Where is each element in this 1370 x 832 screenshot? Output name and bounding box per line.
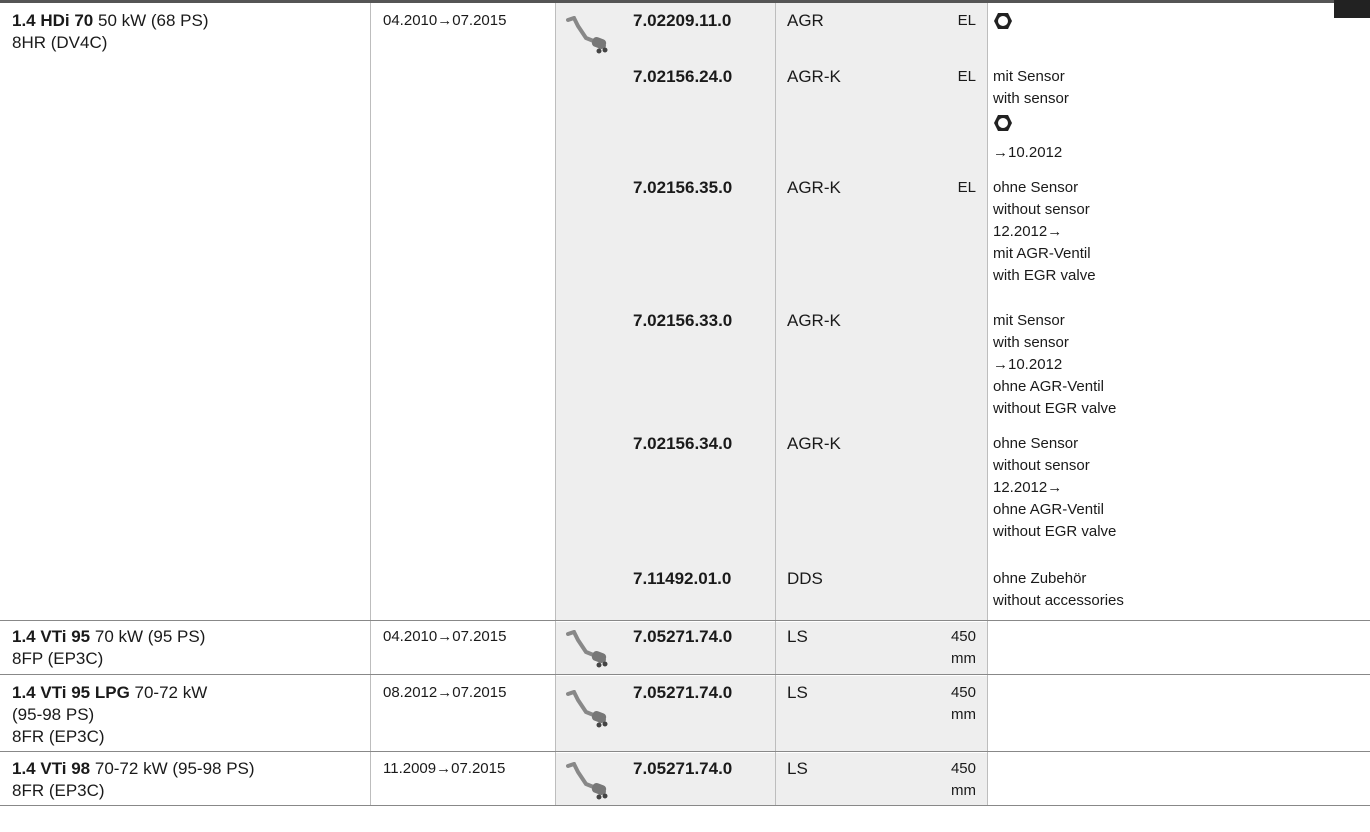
remark-line: ohne AGR-Ventil <box>993 501 1104 518</box>
period-cell: 04.2010→07.2015 <box>383 628 507 645</box>
part-remarks: ohne Sensor without sensor 12.2012→ mit … <box>993 177 1096 287</box>
part-type: LS <box>787 759 808 778</box>
exhaust-pipe-icon <box>566 630 608 668</box>
part-remarks: mit Sensor with sensor →10.2012 ohne AGR… <box>993 310 1116 420</box>
part-number: 7.02209.11.0 <box>633 11 732 30</box>
engine-code: 8FR (EP3C) <box>12 781 105 800</box>
remark-line: ohne Zubehör <box>993 570 1087 587</box>
engine-cell: 1.4 VTi 95 LPG 70-72 kW (95-98 PS) 8FR (… <box>12 682 207 748</box>
part-remarks: ohne Sensor without sensor 12.2012→ ohne… <box>993 433 1116 543</box>
part-type: AGR-K <box>787 434 841 453</box>
part-number: 7.02156.33.0 <box>633 311 733 330</box>
remark-line: ohne AGR-Ventil <box>993 378 1104 395</box>
length-unit: mm <box>951 706 976 723</box>
part-number: 7.02156.34.0 <box>633 434 733 453</box>
remark-line: →10.2012 <box>993 144 1063 161</box>
remark-line: 12.2012→ <box>993 479 1063 496</box>
engine-power: 70-72 kW <box>129 683 208 702</box>
remark-line: ohne Sensor <box>993 435 1079 452</box>
part-number: 7.11492.01.0 <box>633 569 732 588</box>
part-type: LS <box>787 683 808 702</box>
length-value: 450 <box>950 760 976 777</box>
part-note: EL <box>957 12 976 29</box>
length-value: 450 <box>950 628 976 645</box>
part-remarks: ohne Zubehör without accessories <box>993 568 1124 612</box>
part-type: AGR <box>787 11 824 30</box>
seal-ring-icon <box>994 13 1012 29</box>
remark-line: with EGR valve <box>993 267 1096 284</box>
row-divider <box>0 620 1370 621</box>
engine-code: 8HR (DV4C) <box>12 33 108 52</box>
exhaust-pipe-icon <box>566 762 608 800</box>
part-length: 450 mm <box>920 682 976 726</box>
part-number: 7.02156.35.0 <box>633 178 733 197</box>
remark-line: without EGR valve <box>993 400 1117 417</box>
col-divider <box>987 3 988 805</box>
page-tab-marker <box>1334 0 1370 18</box>
part-number: 7.05271.74.0 <box>633 627 733 646</box>
part-note: EL <box>957 68 976 85</box>
remark-line: mit Sensor <box>993 312 1065 329</box>
remark-line: mit AGR-Ventil <box>993 245 1091 262</box>
remark-line: mit Sensor <box>993 68 1065 85</box>
parts-shade-1 <box>555 3 987 620</box>
engine-power: 70-72 kW (95-98 PS) <box>90 759 255 778</box>
engine-name: 1.4 VTi 98 <box>12 759 91 778</box>
part-number: 7.05271.74.0 <box>633 759 733 778</box>
remark-line: without EGR valve <box>993 523 1117 540</box>
row-divider <box>0 674 1370 675</box>
part-type: AGR-K <box>787 311 841 330</box>
row-divider <box>0 805 1370 806</box>
exhaust-pipe-icon <box>566 16 608 54</box>
col-divider <box>775 3 776 805</box>
row-divider <box>0 751 1370 752</box>
part-remarks: mit Sensor with sensor <box>993 66 1069 110</box>
remark-line: with sensor <box>993 90 1069 107</box>
engine-power-ps: (95-98 PS) <box>12 705 95 724</box>
engine-name: 1.4 VTi 95 LPG <box>12 683 130 702</box>
part-note: EL <box>957 179 976 196</box>
engine-code: 8FP (EP3C) <box>12 649 104 668</box>
length-unit: mm <box>951 782 976 799</box>
part-length: 450 mm <box>920 626 976 670</box>
seal-ring-icon <box>994 115 1012 131</box>
period-cell: 11.2009→07.2015 <box>383 760 506 777</box>
remark-line: →10.2012 <box>993 356 1063 373</box>
remark-line: without sensor <box>993 201 1090 218</box>
part-type: AGR-K <box>787 178 841 197</box>
period-cell: 08.2012→07.2015 <box>383 684 507 701</box>
remark-line: ohne Sensor <box>993 179 1079 196</box>
part-type: AGR-K <box>787 67 841 86</box>
exhaust-pipe-icon <box>566 690 608 728</box>
length-value: 450 <box>950 684 976 701</box>
engine-cell: 1.4 VTi 95 70 kW (95 PS) 8FP (EP3C) <box>12 626 205 670</box>
part-type: LS <box>787 627 808 646</box>
part-number: 7.05271.74.0 <box>633 683 733 702</box>
col-divider <box>370 3 371 805</box>
part-type: DDS <box>787 569 823 588</box>
engine-power: 50 kW (68 PS) <box>93 11 209 30</box>
engine-cell: 1.4 VTi 98 70-72 kW (95-98 PS) 8FR (EP3C… <box>12 758 255 802</box>
col-divider <box>555 3 556 805</box>
engine-code: 8FR (EP3C) <box>12 727 105 746</box>
engine-cell: 1.4 HDi 70 50 kW (68 PS) 8HR (DV4C) <box>12 10 209 54</box>
period-cell: 04.2010→07.2015 <box>383 12 507 29</box>
engine-name: 1.4 VTi 95 <box>12 627 91 646</box>
remark-line: without sensor <box>993 457 1090 474</box>
length-unit: mm <box>951 650 976 667</box>
engine-power: 70 kW (95 PS) <box>90 627 206 646</box>
part-number: 7.02156.24.0 <box>633 67 733 86</box>
remark-line: without accessories <box>993 592 1124 609</box>
engine-name: 1.4 HDi 70 <box>12 11 94 30</box>
remark-line: with sensor <box>993 334 1069 351</box>
part-length: 450 mm <box>920 758 976 802</box>
remark-line: 12.2012→ <box>993 223 1063 240</box>
